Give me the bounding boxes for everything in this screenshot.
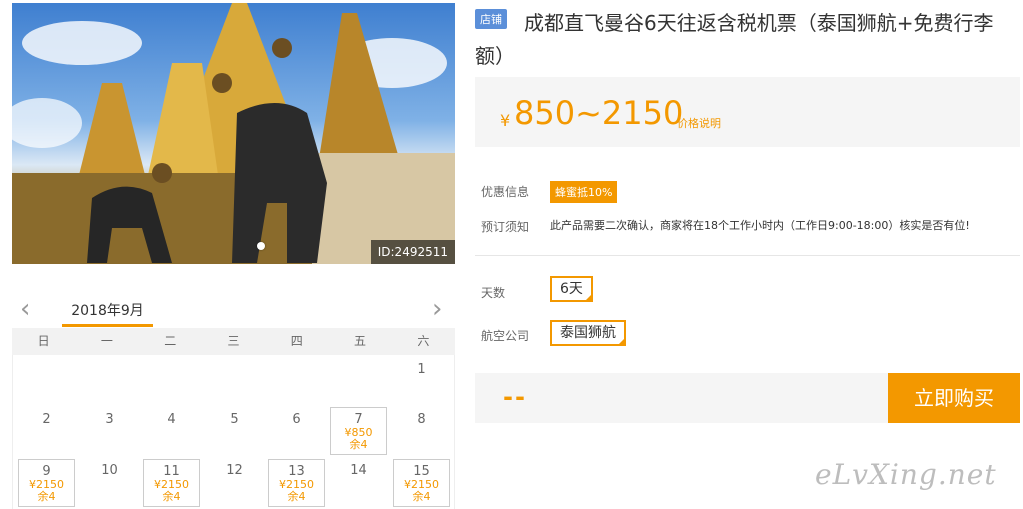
weekday: 一 — [100, 334, 113, 348]
photo-id-label: ID:2492511 — [370, 240, 455, 264]
weekday: 六 — [417, 334, 430, 348]
day-number: 2 — [42, 412, 51, 427]
calendar-day-available[interactable]: 15 ¥2150 余4 — [393, 459, 450, 507]
calendar-day: 10 — [81, 456, 138, 504]
carousel-dot[interactable] — [257, 242, 265, 250]
check-icon: ✓ — [585, 293, 591, 301]
day-stock: 余4 — [349, 438, 368, 451]
shop-badge[interactable]: 店铺 — [475, 9, 507, 29]
price-range: 850~2150 — [514, 94, 684, 132]
calendar-day-available[interactable]: 11 ¥2150 余4 — [143, 459, 200, 507]
calendar-grid: 1 2 3 4 5 6 7 ¥850 余4 8 9 ¥2150 余4 10 11… — [12, 355, 455, 509]
divider — [475, 255, 1020, 256]
days-label: 天数 — [481, 286, 506, 300]
promo-badge: 蜂蜜抵10% — [550, 181, 618, 203]
day-number: 7 — [354, 412, 363, 427]
day-stock: 余4 — [37, 490, 56, 503]
calendar-day: 6 — [268, 405, 325, 453]
airline-option-selected[interactable]: 泰国狮航 ✓ — [550, 320, 626, 346]
calendar-day-available[interactable]: 9 ¥2150 余4 — [18, 459, 75, 507]
day-number: 15 — [413, 464, 430, 479]
price-explanation-link[interactable]: 价格说明 — [677, 115, 721, 131]
month-tab-underline — [62, 324, 153, 327]
day-number: 9 — [42, 464, 51, 479]
calendar-weekday-header: 日 一 二 三 四 五 六 — [12, 328, 455, 355]
day-number: 13 — [288, 464, 305, 479]
check-icon: ✓ — [618, 337, 624, 345]
notice-label: 预订须知 — [481, 220, 530, 234]
airline-label: 航空公司 — [481, 329, 530, 343]
prev-month-chevron-icon[interactable]: ‹ — [20, 296, 30, 322]
calendar-day: 14 — [330, 456, 387, 504]
day-number: 14 — [350, 463, 367, 478]
days-option-selected[interactable]: 6天 ✓ — [550, 276, 593, 302]
calendar-day: 5 — [206, 405, 263, 453]
total-price: -- — [503, 383, 527, 411]
day-number: 1 — [417, 362, 426, 377]
airline-option-label: 泰国狮航 — [560, 325, 616, 341]
day-number: 10 — [101, 463, 118, 478]
weekday: 三 — [227, 334, 240, 348]
calendar-day: 2 — [18, 405, 75, 453]
calendar-day: 4 — [143, 405, 200, 453]
day-stock: 余4 — [162, 490, 181, 503]
watermark-logo: eLvXing.net — [815, 458, 997, 491]
weekday: 日 — [37, 334, 50, 348]
calendar-day: 12 — [206, 456, 263, 504]
calendar-day: 1 — [393, 355, 450, 403]
price-currency: ¥ — [500, 111, 511, 130]
day-stock: 余4 — [287, 490, 306, 503]
day-stock: 余4 — [412, 490, 431, 503]
product-photo[interactable]: ID:2492511 — [12, 3, 455, 264]
notice-text: 此产品需要二次确认，商家将在18个工作小时内（工作日9:00-18:00）核实是… — [550, 219, 970, 232]
day-number: 12 — [226, 463, 243, 478]
day-number: 3 — [105, 412, 114, 427]
promo-label: 优惠信息 — [481, 185, 530, 199]
weekday: 二 — [164, 334, 177, 348]
days-option-label: 6天 — [560, 281, 583, 297]
calendar-day-available[interactable]: 13 ¥2150 余4 — [268, 459, 325, 507]
day-number: 11 — [163, 464, 180, 479]
weekday: 五 — [354, 334, 367, 348]
buy-now-button[interactable]: 立即购买 — [888, 373, 1020, 423]
day-number: 8 — [417, 412, 426, 427]
day-number: 4 — [167, 412, 176, 427]
calendar-day: 3 — [81, 405, 138, 453]
day-number: 5 — [230, 412, 239, 427]
weekday: 四 — [290, 334, 303, 348]
temple-elephant-image — [12, 3, 455, 264]
calendar-day: 8 — [393, 405, 450, 453]
next-month-chevron-icon[interactable]: › — [432, 296, 442, 322]
calendar-day-available[interactable]: 7 ¥850 余4 — [330, 407, 387, 455]
day-number: 6 — [292, 412, 301, 427]
product-title: 成都直飞曼谷6天往返含税机票（泰国狮航+免费行李额） — [475, 11, 994, 68]
calendar-month-tab[interactable]: 2018年9月 — [37, 300, 178, 320]
